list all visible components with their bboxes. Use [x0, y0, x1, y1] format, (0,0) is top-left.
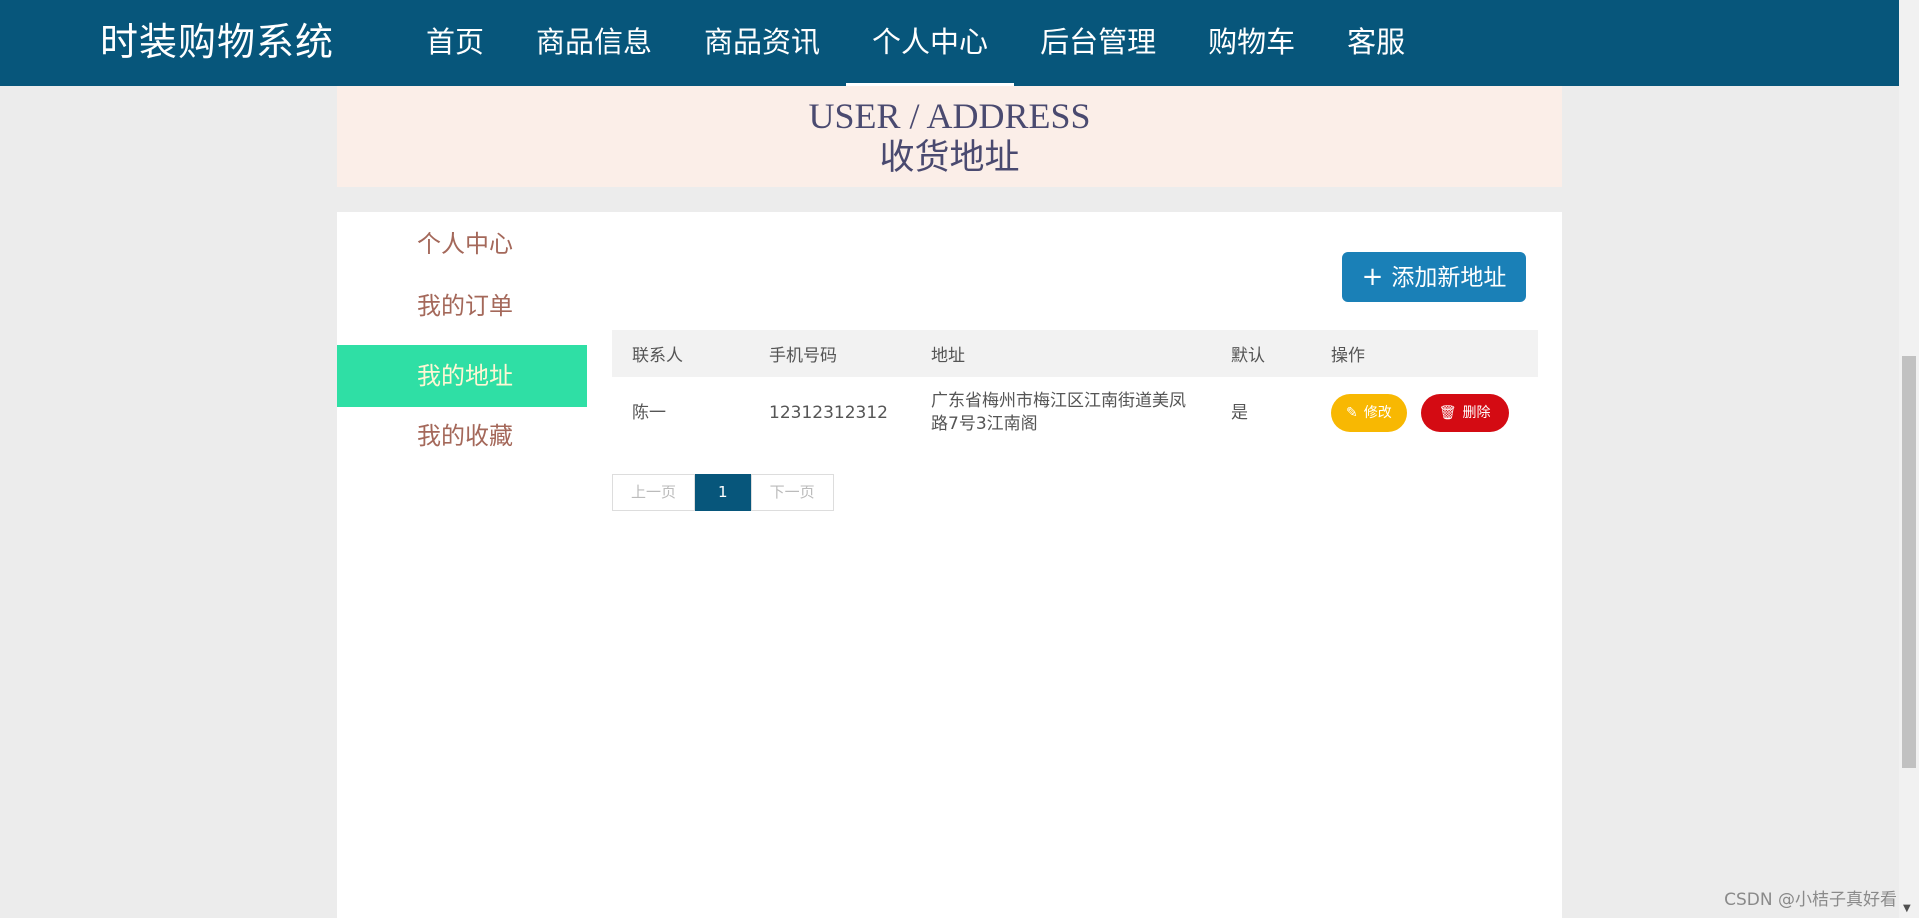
cell-contact: 陈一	[632, 402, 666, 423]
table-header-row: 联系人 手机号码 地址 默认 操作	[612, 330, 1538, 377]
pencil-icon: ✎	[1346, 405, 1358, 421]
side-item-address[interactable]: 我的地址	[337, 345, 587, 407]
nav-menu: 首页 商品信息 商品资讯 个人中心 后台管理 购物车 客服	[400, 0, 1431, 86]
nav-item-user-center[interactable]: 个人中心	[846, 0, 1015, 86]
col-header-default: 默认	[1211, 330, 1311, 377]
nav-item-home[interactable]: 首页	[400, 0, 510, 86]
nav-item-cart[interactable]: 购物车	[1182, 0, 1321, 86]
cell-phone: 12312312312	[769, 402, 888, 423]
scroll-down-arrow-icon[interactable]: ▼	[1903, 903, 1911, 914]
add-address-button[interactable]: + 添加新地址	[1342, 252, 1526, 302]
side-menu: 个人中心 我的订单 我的地址 我的收藏	[337, 217, 587, 471]
nav-item-news[interactable]: 商品资讯	[678, 0, 846, 86]
side-item-user-center[interactable]: 个人中心	[337, 217, 587, 279]
col-header-contact: 联系人	[612, 330, 749, 377]
site-brand[interactable]: 时装购物系统	[100, 18, 334, 66]
top-navbar: 时装购物系统 首页 商品信息 商品资讯 个人中心 后台管理 购物车 客服	[0, 0, 1899, 86]
nav-item-service[interactable]: 客服	[1321, 0, 1431, 86]
page-number-current[interactable]: 1	[695, 474, 751, 511]
table-row: 陈一 12312312312 广东省梅州市梅江区江南街道美凤路7号3江南阁 是 …	[612, 377, 1538, 449]
page-banner: USER / ADDRESS 收货地址	[337, 86, 1562, 187]
cell-actions: ✎ 修改 🗑 删除	[1311, 377, 1538, 449]
main-panel: 个人中心 我的订单 我的地址 我的收藏 + 添加新地址 联系人 手机号码 地址 默…	[337, 212, 1562, 918]
banner-title-cn: 收货地址	[879, 138, 1020, 177]
nav-item-products[interactable]: 商品信息	[510, 0, 678, 86]
cell-address: 广东省梅州市梅江区江南街道美凤路7号3江南阁	[931, 391, 1186, 434]
scrollbar-thumb[interactable]	[1902, 356, 1916, 768]
side-item-favorites[interactable]: 我的收藏	[337, 409, 587, 471]
side-item-orders[interactable]: 我的订单	[337, 279, 587, 341]
page: 时装购物系统 首页 商品信息 商品资讯 个人中心 后台管理 购物车 客服 USE…	[0, 0, 1919, 918]
vertical-scrollbar[interactable]: ▼	[1899, 0, 1919, 918]
trash-icon: 🗑	[1438, 405, 1457, 421]
edit-label: 修改	[1363, 405, 1392, 421]
delete-button[interactable]: 🗑 删除	[1420, 394, 1509, 432]
watermark: CSDN @小桔子真好看	[1724, 890, 1897, 910]
plus-icon: +	[1361, 262, 1384, 292]
delete-label: 删除	[1462, 405, 1491, 421]
cell-default: 是	[1231, 402, 1248, 423]
col-header-actions: 操作	[1311, 330, 1538, 377]
next-page-button[interactable]: 下一页	[750, 474, 834, 511]
edit-button[interactable]: ✎ 修改	[1331, 394, 1407, 432]
address-table: 联系人 手机号码 地址 默认 操作 陈一 12312312312 广东省梅州市梅…	[612, 330, 1538, 449]
col-header-address: 地址	[911, 330, 1211, 377]
banner-title-en: USER / ADDRESS	[808, 96, 1091, 136]
col-header-phone: 手机号码	[749, 330, 911, 377]
add-address-label: 添加新地址	[1391, 265, 1507, 291]
prev-page-button[interactable]: 上一页	[612, 474, 696, 511]
nav-item-admin[interactable]: 后台管理	[1014, 0, 1182, 86]
pagination: 上一页 1 下一页	[612, 474, 834, 511]
